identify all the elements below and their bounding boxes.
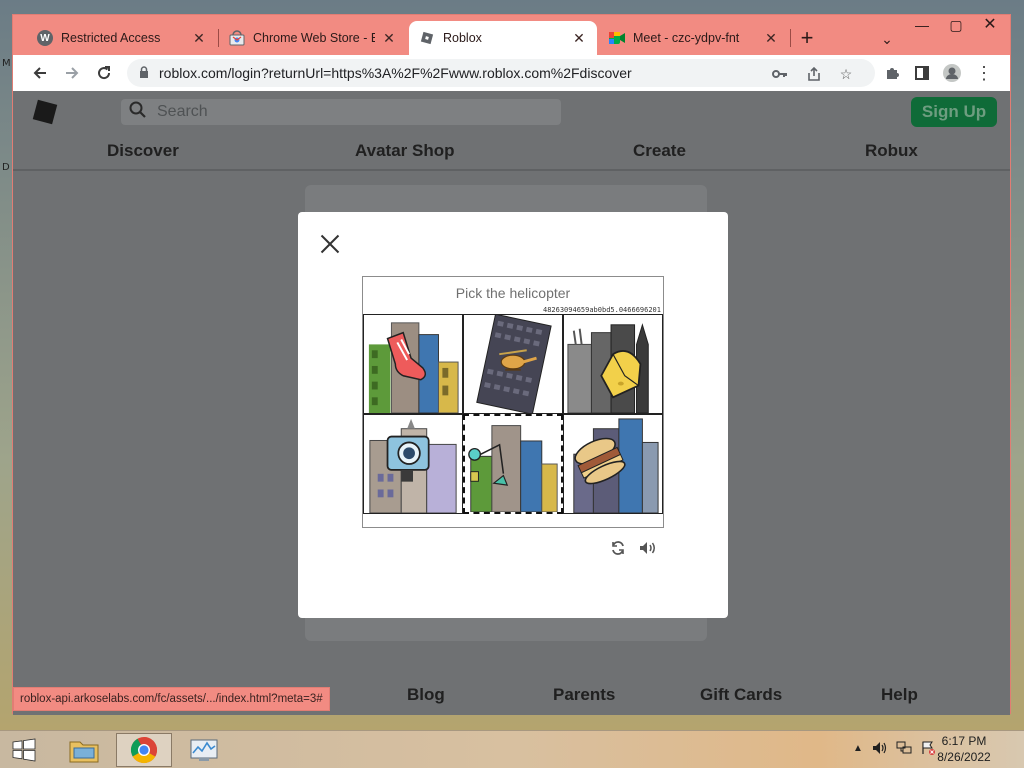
footer-blog[interactable]: Blog xyxy=(407,685,445,705)
captcha-prompt: Pick the helicopter xyxy=(455,285,571,301)
search-placeholder: Search xyxy=(157,103,208,120)
start-button[interactable] xyxy=(6,733,42,767)
captcha-tile-sock[interactable] xyxy=(363,314,463,414)
sock-on-buildings-icon xyxy=(364,315,462,413)
network-icon[interactable] xyxy=(896,741,912,757)
tab-search-chevron-icon[interactable]: ⌄ xyxy=(875,27,899,51)
chrome-logo-icon xyxy=(130,736,158,764)
captcha-modal: Pick the helicopter 48263094659ab0bd5.04… xyxy=(298,212,728,618)
tab-roblox[interactable]: Roblox ✕ xyxy=(409,21,597,55)
tray-chevron-up-icon[interactable]: ▲ xyxy=(850,741,866,757)
lock-icon xyxy=(139,65,149,81)
wiki-favicon-icon: W xyxy=(37,30,53,46)
performance-monitor-icon xyxy=(190,739,218,761)
helicopter-on-building-icon xyxy=(464,315,562,413)
tab-chrome-web-store[interactable]: Chrome Web Store - Ex ✕ xyxy=(219,21,407,55)
footer-help[interactable]: Help xyxy=(881,685,918,705)
captcha-tile-burger[interactable] xyxy=(563,414,663,514)
window-close-button[interactable]: ✕ xyxy=(973,15,1007,37)
camera-on-buildings-icon xyxy=(364,415,462,513)
captcha-tile-crane[interactable] xyxy=(463,414,563,514)
close-icon[interactable]: ✕ xyxy=(381,30,397,46)
extensions-puzzle-icon[interactable] xyxy=(877,58,907,88)
key-icon[interactable] xyxy=(769,63,791,85)
captcha-tile-camera[interactable] xyxy=(363,414,463,514)
sign-up-button[interactable]: Sign Up xyxy=(911,97,997,127)
webstore-favicon-icon xyxy=(229,30,245,46)
side-panel-icon[interactable] xyxy=(907,58,937,88)
clock-date: 8/26/2022 xyxy=(937,750,991,764)
search-icon xyxy=(129,101,147,124)
crane-on-buildings-icon xyxy=(465,416,561,512)
taskbar-monitor-app[interactable] xyxy=(176,733,232,767)
desktop-edge-letter: D xyxy=(2,162,10,173)
captcha-session-id: 48263094659ab0bd5.0466696201 xyxy=(542,306,661,314)
roblox-logo-icon[interactable] xyxy=(32,99,58,125)
audio-speaker-icon[interactable] xyxy=(636,538,660,558)
new-tab-button[interactable]: + xyxy=(795,27,819,51)
reload-icon xyxy=(98,66,111,80)
tab-restricted-access[interactable]: W Restricted Access ✕ xyxy=(27,21,217,55)
folder-icon xyxy=(69,741,99,763)
search-input[interactable]: Search xyxy=(121,99,561,125)
back-button[interactable] xyxy=(25,58,55,88)
address-bar[interactable]: roblox.com/login?returnUrl=https%3A%2F%2… xyxy=(127,59,875,87)
profile-avatar-icon[interactable] xyxy=(937,58,967,88)
nav-avatar-shop[interactable]: Avatar Shop xyxy=(355,141,455,161)
tab-strip: W Restricted Access ✕ Chrome Web Store -… xyxy=(13,15,1010,55)
browser-toolbar: roblox.com/login?returnUrl=https%3A%2F%2… xyxy=(13,55,1010,91)
browser-window: W Restricted Access ✕ Chrome Web Store -… xyxy=(12,14,1011,715)
close-icon[interactable]: ✕ xyxy=(571,30,587,46)
tab-title: Roblox xyxy=(443,31,482,45)
footer-gift-cards[interactable]: Gift Cards xyxy=(700,685,782,705)
tab-title: Meet - czc-ydpv-fnt xyxy=(633,31,740,45)
windows-taskbar: ▲ 6:17 PM 8/26/2022 xyxy=(0,730,1024,768)
captcha-tile-helicopter[interactable] xyxy=(463,314,563,414)
forward-arrow-icon xyxy=(66,67,79,79)
tab-separator xyxy=(790,29,791,47)
captcha-tile-grid xyxy=(363,314,663,514)
refresh-icon[interactable] xyxy=(608,538,628,558)
footer-parents[interactable]: Parents xyxy=(553,685,615,705)
tab-title: Restricted Access xyxy=(61,31,161,45)
back-arrow-icon xyxy=(33,67,46,79)
captcha-tile-cheese[interactable] xyxy=(563,314,663,414)
url-text: roblox.com/login?returnUrl=https%3A%2F%2… xyxy=(159,65,632,81)
taskbar-file-explorer[interactable] xyxy=(56,733,112,767)
tab-title: Chrome Web Store - Ex xyxy=(253,31,375,45)
clock-time: 6:17 PM xyxy=(941,734,987,748)
roblox-header: Search Sign Up xyxy=(13,91,1010,133)
volume-speaker-icon[interactable] xyxy=(872,741,888,757)
burger-on-buildings-icon xyxy=(564,415,662,513)
nav-discover[interactable]: Discover xyxy=(107,141,179,161)
star-bookmark-icon[interactable]: ☆ xyxy=(835,63,857,85)
roblox-nav: Discover Avatar Shop Create Robux xyxy=(13,133,1010,171)
captcha-panel: Pick the helicopter 48263094659ab0bd5.04… xyxy=(362,276,664,528)
nav-create[interactable]: Create xyxy=(633,141,686,161)
desktop-edge-letter: M xyxy=(2,58,11,69)
forward-button[interactable] xyxy=(57,58,87,88)
close-icon[interactable]: ✕ xyxy=(763,30,779,46)
windows-logo-icon xyxy=(12,738,36,762)
reload-button[interactable] xyxy=(89,58,119,88)
share-icon[interactable] xyxy=(803,63,825,85)
close-icon[interactable]: ✕ xyxy=(191,30,207,46)
tab-meet[interactable]: Meet - czc-ydpv-fnt ✕ xyxy=(599,21,789,55)
close-icon[interactable] xyxy=(316,230,344,258)
system-clock[interactable]: 6:17 PM 8/26/2022 xyxy=(924,733,1004,765)
cheese-on-buildings-icon xyxy=(564,315,662,413)
minimize-button[interactable]: — xyxy=(905,15,939,37)
roblox-favicon-icon xyxy=(419,30,435,46)
nav-robux[interactable]: Robux xyxy=(865,141,918,161)
maximize-button[interactable]: ▢ xyxy=(939,15,973,37)
taskbar-chrome[interactable] xyxy=(116,733,172,767)
roblox-page: Search Sign Up Discover Avatar Shop Crea… xyxy=(13,91,1010,715)
menu-kebab-icon[interactable]: ⋮ xyxy=(969,58,999,88)
link-status-bubble: roblox-api.arkoselabs.com/fc/assets/.../… xyxy=(13,687,330,711)
meet-favicon-icon xyxy=(609,30,625,46)
